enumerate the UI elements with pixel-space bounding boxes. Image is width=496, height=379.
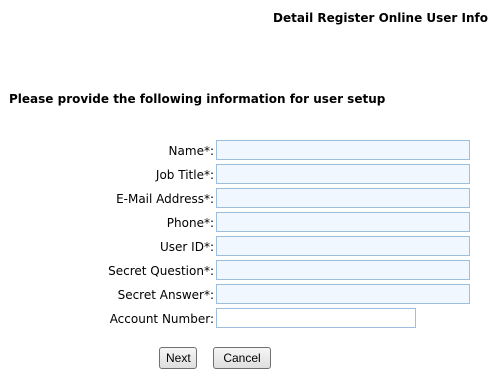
secret-question-label: Secret Question*: xyxy=(108,264,214,278)
page-title: Detail Register Online User Info xyxy=(273,11,488,25)
phone-label: Phone*: xyxy=(166,216,214,230)
secret-answer-input[interactable] xyxy=(216,284,470,304)
email-row: E-Mail Address*: xyxy=(0,188,496,210)
user-id-input[interactable] xyxy=(216,236,470,256)
secret-question-row: Secret Question*: xyxy=(0,260,496,282)
job-title-input[interactable] xyxy=(216,164,470,184)
phone-input[interactable] xyxy=(216,212,470,232)
name-input[interactable] xyxy=(216,140,470,160)
job-title-row: Job Title*: xyxy=(0,164,496,186)
user-id-row: User ID*: xyxy=(0,236,496,258)
email-label: E-Mail Address*: xyxy=(116,192,214,206)
name-row: Name*: xyxy=(0,140,496,162)
form-instructions: Please provide the following information… xyxy=(9,92,386,106)
email-input[interactable] xyxy=(216,188,470,208)
account-number-row: Account Number: xyxy=(0,308,496,330)
account-number-input[interactable] xyxy=(216,308,416,328)
cancel-button[interactable]: Cancel xyxy=(213,347,271,369)
secret-question-input[interactable] xyxy=(216,260,470,280)
secret-answer-row: Secret Answer*: xyxy=(0,284,496,306)
user-id-label: User ID*: xyxy=(160,240,214,254)
job-title-label: Job Title*: xyxy=(155,168,214,182)
account-number-label: Account Number: xyxy=(109,312,214,326)
name-label: Name*: xyxy=(168,144,214,158)
phone-row: Phone*: xyxy=(0,212,496,234)
next-button[interactable]: Next xyxy=(159,347,197,369)
secret-answer-label: Secret Answer*: xyxy=(117,288,214,302)
